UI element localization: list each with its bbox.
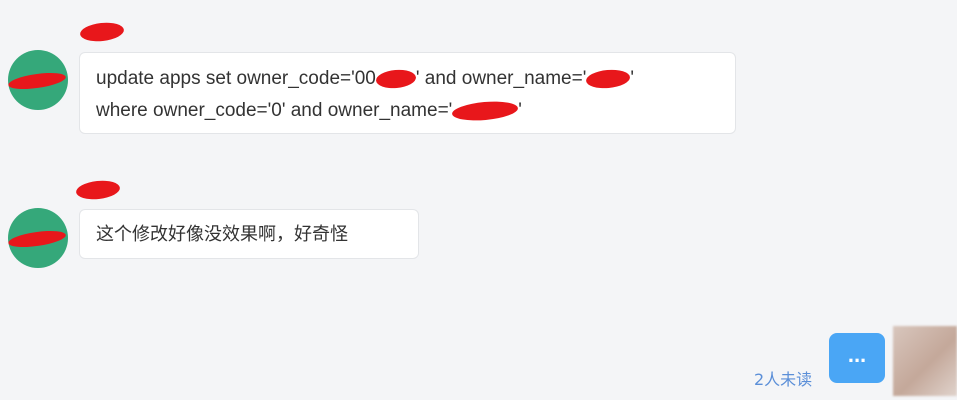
redaction-mark xyxy=(75,178,121,202)
message-text: ' and owner_name=' xyxy=(415,68,587,89)
message-line: update apps set owner_code='00 ' and owne… xyxy=(96,63,719,95)
message-bubble-text[interactable]: 这个修改好像没效果啊，好奇怪 xyxy=(79,209,419,259)
message-text: ' xyxy=(518,100,522,121)
message-text: update apps set owner_code='00 xyxy=(96,68,376,89)
avatar[interactable] xyxy=(8,50,68,110)
redaction-mark xyxy=(79,20,125,44)
redaction-mark xyxy=(8,228,67,250)
more-options-button[interactable]: ... xyxy=(829,333,885,383)
ellipsis-icon: ... xyxy=(847,342,867,367)
avatar[interactable] xyxy=(8,208,68,268)
chat-window: update apps set owner_code='00 ' and owne… xyxy=(0,0,957,400)
sender-name-redacted xyxy=(79,20,125,44)
message-text: ' xyxy=(630,68,634,89)
message-line: where owner_code='0' and owner_name=' ' xyxy=(96,95,719,127)
message-text: where owner_code='0' and owner_name=' xyxy=(96,100,453,121)
message-text: 这个修改好像没效果啊，好奇怪 xyxy=(96,224,348,245)
redaction-mark xyxy=(8,70,67,92)
redaction-mark xyxy=(375,68,417,90)
message-bubble-sql[interactable]: update apps set owner_code='00 ' and owne… xyxy=(79,52,736,134)
unread-count-label[interactable]: 2人未读 xyxy=(754,366,812,390)
self-avatar[interactable] xyxy=(893,326,957,396)
redaction-mark xyxy=(451,99,519,123)
sender-name-redacted xyxy=(75,178,121,202)
redaction-mark xyxy=(585,68,632,90)
